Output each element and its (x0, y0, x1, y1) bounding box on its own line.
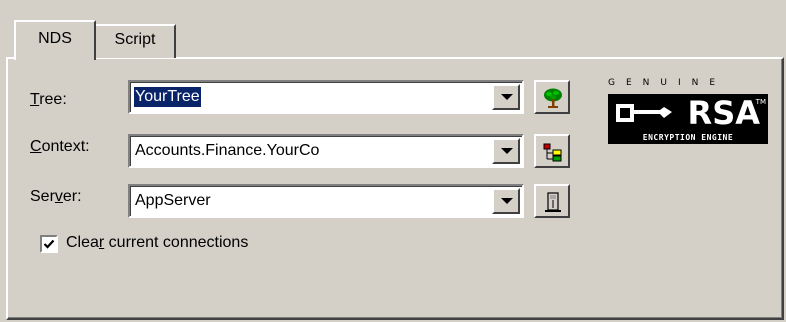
clear-connections-label[interactable]: Clear current connections (66, 234, 248, 252)
rsa-logo-badge: RSA TM ENCRYPTION ENGINE (608, 94, 768, 144)
context-value: Accounts.Finance.YourCo (135, 142, 320, 159)
server-label: Server: (30, 188, 82, 205)
rsa-logo: GENUINE RSA TM ENCRYPTION ENGINE (608, 78, 768, 148)
key-icon (616, 104, 672, 122)
server-icon (545, 192, 561, 212)
checkmark-icon (43, 239, 55, 249)
tree-icon (544, 88, 562, 108)
server-browse-button[interactable] (534, 184, 570, 218)
rsa-logo-engine-text: ENCRYPTION ENGINE (642, 133, 734, 142)
context-combobox[interactable]: Accounts.Finance.YourCo (128, 134, 524, 168)
rsa-logo-tm: TM (755, 98, 766, 106)
tree-value: YourTree (134, 87, 201, 107)
tree-combobox[interactable]: YourTree (128, 80, 524, 114)
chevron-down-icon (501, 148, 513, 154)
context-dropdown-button[interactable] (492, 138, 520, 164)
tree-label: Tree: (30, 91, 67, 108)
server-value: AppServer (135, 192, 211, 209)
context-label: Context: (30, 138, 90, 155)
server-dropdown-button[interactable] (492, 188, 520, 214)
server-combobox[interactable]: AppServer (128, 184, 524, 218)
tree-dropdown-button[interactable] (492, 84, 520, 110)
chevron-down-icon (501, 198, 513, 204)
chevron-down-icon (501, 94, 513, 100)
tab-nds[interactable]: NDS (14, 20, 96, 60)
tab-script-label: Script (114, 31, 156, 48)
rsa-logo-wordmark: RSA (687, 94, 760, 132)
context-browse-button[interactable] (534, 134, 570, 168)
tab-nds-label: NDS (38, 30, 72, 47)
tab-script[interactable]: Script (94, 24, 176, 58)
clear-connections-checkbox[interactable] (40, 235, 58, 253)
tree-browse-button[interactable] (534, 80, 570, 114)
hierarchy-icon (543, 143, 562, 162)
